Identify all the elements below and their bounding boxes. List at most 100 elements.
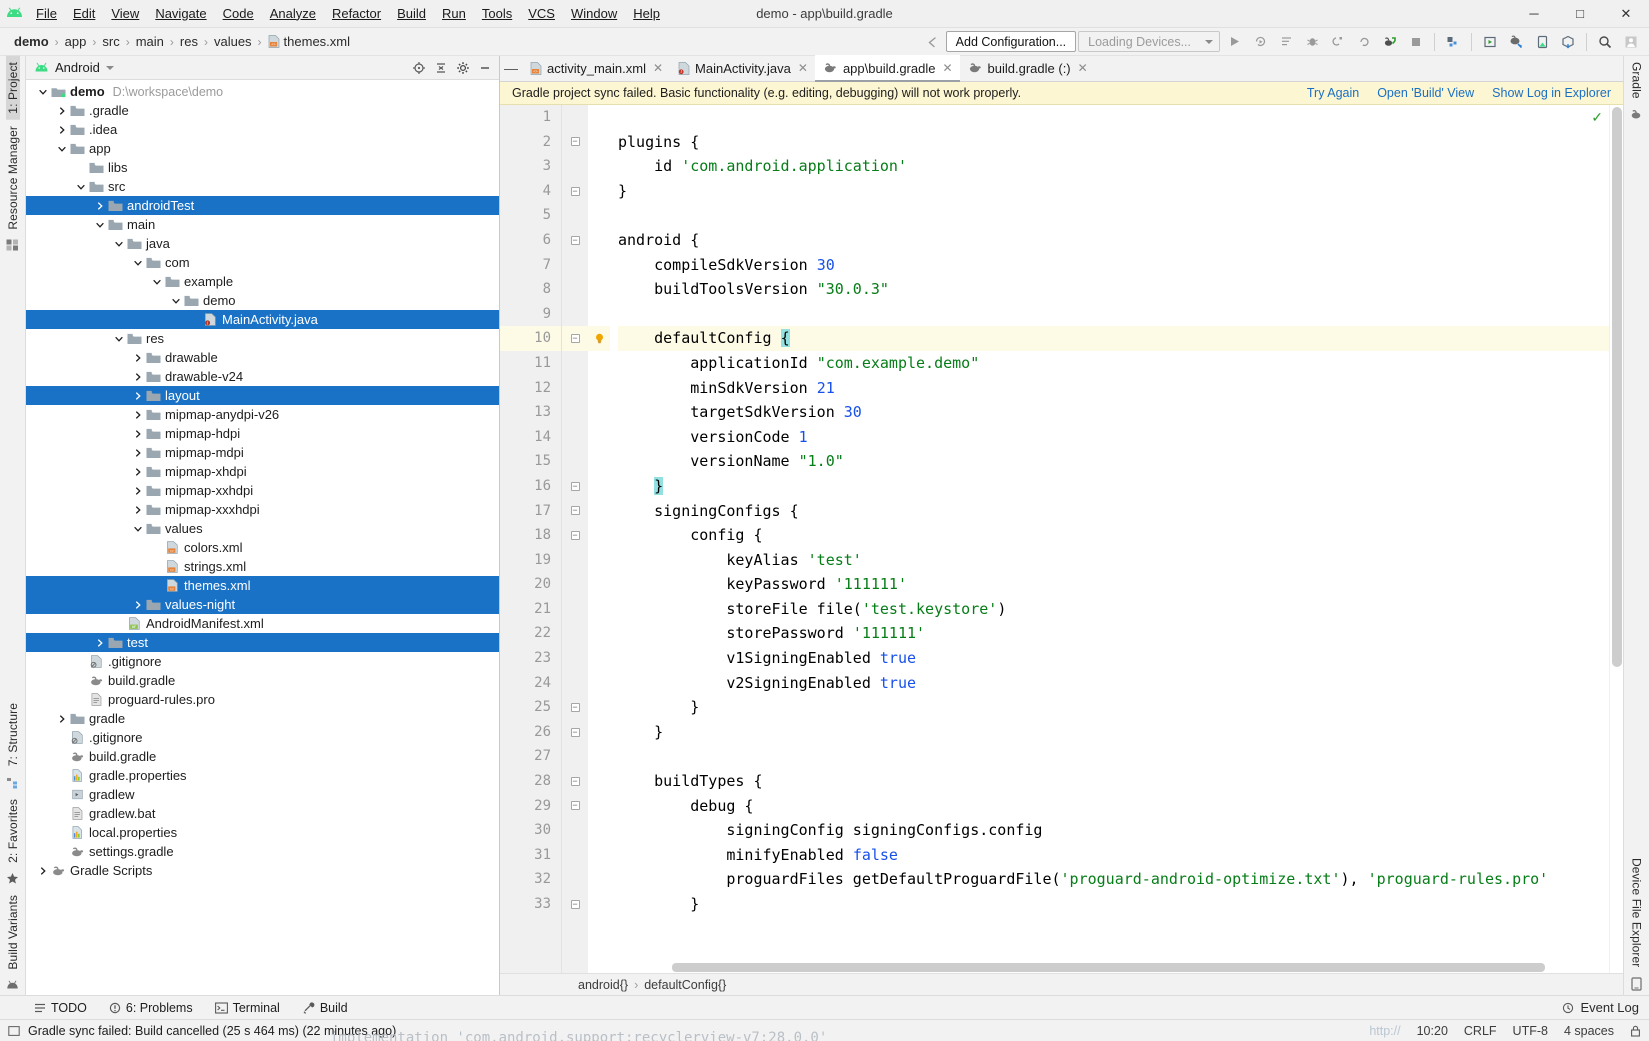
intention-cell[interactable] (588, 695, 610, 720)
code-editor[interactable]: 1 2 3 4 5 6 7 8 9 10 11 12 13 14 15 16 17 18 19 20 21 22 23 24 2… (500, 105, 1623, 973)
menu-edit[interactable]: Edit (65, 0, 103, 28)
code-line[interactable]: compileSdkVersion 30 (618, 253, 1623, 278)
intention-cell[interactable] (588, 425, 610, 450)
fold-marker-cell[interactable]: − (562, 892, 588, 917)
device-selector-dropdown[interactable]: Loading Devices... (1078, 31, 1220, 52)
breadcrumb-demo[interactable]: demo (10, 34, 53, 49)
intention-cell[interactable] (588, 621, 610, 646)
chevron-down-icon[interactable] (112, 334, 126, 344)
menu-view[interactable]: View (103, 0, 147, 28)
code-line[interactable]: } (618, 892, 1623, 917)
chevron-down-icon[interactable] (55, 144, 69, 154)
tool-button-terminal[interactable]: Terminal (214, 1001, 280, 1015)
tree-item-themes-xml[interactable]: <> themes.xml (26, 576, 499, 595)
intention-cell[interactable] (588, 499, 610, 524)
chevron-down-icon[interactable] (74, 182, 88, 192)
fold-marker-cell[interactable] (562, 105, 588, 130)
tree-item-gradle[interactable]: .gradle (26, 101, 499, 120)
avd-manager-icon[interactable] (1441, 31, 1465, 53)
menu-help[interactable]: Help (625, 0, 668, 28)
breadcrumb-main[interactable]: main (132, 34, 168, 49)
tree-item-gitignore[interactable]: .gitignore (26, 652, 499, 671)
intention-cell[interactable] (588, 769, 610, 794)
tab-activity-main-xml[interactable]: <> activity_main.xml ✕ (522, 55, 670, 81)
fold-marker-cell[interactable]: − (562, 695, 588, 720)
editor-horizontal-scrollbar[interactable] (610, 962, 1609, 973)
intention-cell[interactable] (588, 720, 610, 745)
back-arrow-icon[interactable] (920, 31, 944, 53)
code-line[interactable]: v2SigningEnabled true (618, 671, 1623, 696)
tree-item-mipmap-hdpi[interactable]: mipmap-hdpi (26, 424, 499, 443)
chevron-right-icon[interactable] (55, 714, 69, 724)
intention-cell[interactable] (588, 228, 610, 253)
tree-item-values[interactable]: values (26, 519, 499, 538)
chevron-right-icon[interactable] (131, 600, 145, 610)
fold-marker-cell[interactable] (562, 818, 588, 843)
code-line[interactable]: keyAlias 'test' (618, 548, 1623, 573)
fold-marker-cell[interactable]: − (562, 794, 588, 819)
tree-item-libs[interactable]: libs (26, 158, 499, 177)
code-line[interactable]: storePassword '111111' (618, 621, 1623, 646)
tree-item-res[interactable]: res (26, 329, 499, 348)
code-line[interactable]: signingConfig signingConfigs.config (618, 818, 1623, 843)
chevron-right-icon[interactable] (131, 486, 145, 496)
fold-marker-cell[interactable] (562, 597, 588, 622)
code-line[interactable]: } (618, 720, 1623, 745)
fold-marker-cell[interactable] (562, 843, 588, 868)
code-line[interactable]: storeFile file('test.keystore') (618, 597, 1623, 622)
tree-item-gradlew[interactable]: gradlew (26, 785, 499, 804)
project-view-selector-label[interactable]: Android (55, 60, 100, 75)
layout-inspector-icon[interactable] (1530, 31, 1554, 53)
tree-item-androidtest[interactable]: androidTest (26, 196, 499, 215)
sidebar-item-build-variants[interactable]: Build Variants (6, 889, 20, 976)
tree-item-androidmanifest-xml[interactable]: MF AndroidManifest.xml (26, 614, 499, 633)
breadcrumb-themes-xml[interactable]: <> themes.xml (264, 34, 354, 49)
star-icon[interactable] (6, 872, 19, 885)
minimize-button[interactable]: ─ (1511, 0, 1557, 28)
menu-tools[interactable]: Tools (474, 0, 520, 28)
code-line[interactable]: } (618, 695, 1623, 720)
fold-expand-icon[interactable]: − (570, 703, 580, 713)
intention-cell[interactable] (588, 326, 610, 351)
chevron-right-icon[interactable] (131, 467, 145, 477)
profile-icon[interactable] (1274, 31, 1298, 53)
menu-window[interactable]: Window (563, 0, 625, 28)
code-line[interactable]: } (618, 179, 1623, 204)
device-icon[interactable] (1631, 977, 1642, 991)
menu-vcs[interactable]: VCS (520, 0, 563, 28)
tree-item-settings-gradle[interactable]: settings.gradle (26, 842, 499, 861)
fold-marker-cell[interactable] (562, 302, 588, 327)
lightbulb-icon[interactable] (593, 332, 606, 345)
sdk-manager-icon[interactable] (1478, 31, 1502, 53)
chevron-down-icon[interactable] (131, 524, 145, 534)
menu-file[interactable]: File (28, 0, 65, 28)
chevron-right-icon[interactable] (131, 505, 145, 515)
chevron-right-icon[interactable] (131, 410, 145, 420)
code-line[interactable]: versionName "1.0" (618, 449, 1623, 474)
chevron-right-icon[interactable] (131, 353, 145, 363)
attach-debugger-icon[interactable] (1326, 31, 1350, 53)
run-icon[interactable] (1222, 31, 1246, 53)
fold-marker-cell[interactable] (562, 277, 588, 302)
intention-cell[interactable] (588, 277, 610, 302)
menu-code[interactable]: Code (215, 0, 262, 28)
tree-item-mainactivity-java[interactable]: J MainActivity.java (26, 310, 499, 329)
sidebar-item-resource-manager[interactable]: Resource Manager (6, 120, 20, 236)
breadcrumb-src[interactable]: src (98, 34, 123, 49)
intention-cell[interactable] (588, 179, 610, 204)
fold-collapse-icon[interactable]: − (570, 137, 580, 147)
editor-vertical-scrollbar[interactable] (1609, 105, 1623, 973)
tree-item-build-gradle[interactable]: build.gradle (26, 747, 499, 766)
fold-marker-cell[interactable] (562, 646, 588, 671)
code-line[interactable]: android { (618, 228, 1623, 253)
chevron-right-icon[interactable] (55, 125, 69, 135)
code-folding-gutter[interactable]: − − − − − − − − − − − − (562, 105, 588, 973)
tree-item-demo[interactable]: demo D:\workspace\demo (26, 82, 499, 101)
code-line[interactable]: } (618, 474, 1623, 499)
fold-expand-icon[interactable]: − (570, 727, 580, 737)
tree-item-mipmap-mdpi[interactable]: mipmap-mdpi (26, 443, 499, 462)
fold-marker-cell[interactable] (562, 351, 588, 376)
project-structure-icon[interactable] (1556, 31, 1580, 53)
tree-item-com[interactable]: com (26, 253, 499, 272)
tree-item-values-night[interactable]: values-night (26, 595, 499, 614)
